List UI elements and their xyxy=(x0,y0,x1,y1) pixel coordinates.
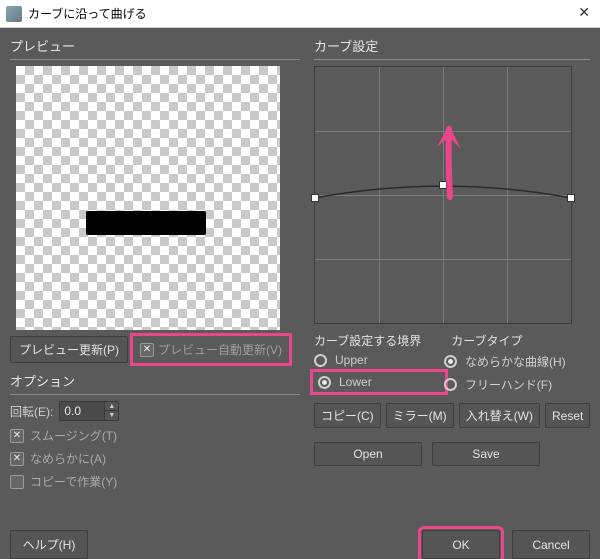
app-icon xyxy=(6,6,22,22)
copy-button[interactable]: コピー(C) xyxy=(314,403,381,428)
work-on-copy-label: コピーで作業(Y) xyxy=(30,473,117,490)
close-icon[interactable]: ✕ xyxy=(578,4,590,21)
radio-icon xyxy=(314,354,327,367)
rotation-stepper[interactable]: ▲ ▼ xyxy=(59,401,119,421)
options-label: オプション xyxy=(10,371,300,390)
help-button[interactable]: ヘルプ(H) xyxy=(10,530,88,559)
smoothly-label: なめらかに(A) xyxy=(30,450,106,467)
mirror-button[interactable]: ミラー(M) xyxy=(386,403,454,428)
radio-lower[interactable]: Lower xyxy=(314,373,444,391)
preview-label: プレビュー xyxy=(10,36,300,55)
preview-update-button[interactable]: プレビュー更新(P) xyxy=(10,336,128,363)
preview-shape xyxy=(86,211,206,235)
curve-type-group-label: カーブタイプ xyxy=(451,332,522,349)
lower-label: Lower xyxy=(339,375,372,389)
radio-smooth-curve[interactable]: なめらかな曲線(H) xyxy=(444,353,566,370)
open-button[interactable]: Open xyxy=(314,442,422,466)
window-title: カーブに沿って曲げる xyxy=(28,5,147,22)
annotation-arrow-icon xyxy=(315,67,573,325)
smooth-curve-label: なめらかな曲線(H) xyxy=(465,353,566,370)
upper-label: Upper xyxy=(335,353,368,367)
save-button[interactable]: Save xyxy=(432,442,540,466)
auto-update-toggle[interactable]: プレビュー自動更新(V) xyxy=(134,337,288,362)
ok-button[interactable]: OK xyxy=(422,530,500,559)
smoothing-label: スムージング(T) xyxy=(30,427,117,444)
preview-canvas xyxy=(16,66,280,330)
stepper-down-icon[interactable]: ▼ xyxy=(104,411,118,420)
radio-icon xyxy=(444,355,457,368)
radio-freehand[interactable]: フリーハンド(F) xyxy=(444,376,566,393)
radio-upper[interactable]: Upper xyxy=(314,353,444,367)
freehand-label: フリーハンド(F) xyxy=(465,376,552,393)
reset-button[interactable]: Reset xyxy=(545,403,590,428)
checker-bg xyxy=(16,66,280,330)
rotation-input[interactable] xyxy=(60,402,104,420)
cancel-button[interactable]: Cancel xyxy=(512,530,590,559)
curve-settings-label: カーブ設定 xyxy=(314,36,590,55)
smoothly-checkbox[interactable] xyxy=(10,452,24,466)
boundary-group-label: カーブ設定する境界 xyxy=(314,332,421,349)
curve-editor[interactable] xyxy=(314,66,572,324)
radio-icon xyxy=(444,378,457,391)
swap-button[interactable]: 入れ替え(W) xyxy=(459,403,540,428)
titlebar: カーブに沿って曲げる ✕ xyxy=(0,0,600,28)
rotation-label: 回転(E): xyxy=(10,403,53,420)
smoothing-checkbox[interactable] xyxy=(10,429,24,443)
work-on-copy-checkbox[interactable] xyxy=(10,475,24,489)
auto-update-label: プレビュー自動更新(V) xyxy=(158,341,282,358)
stepper-up-icon[interactable]: ▲ xyxy=(104,402,118,411)
auto-update-checkbox[interactable] xyxy=(140,343,154,357)
radio-icon xyxy=(318,376,331,389)
